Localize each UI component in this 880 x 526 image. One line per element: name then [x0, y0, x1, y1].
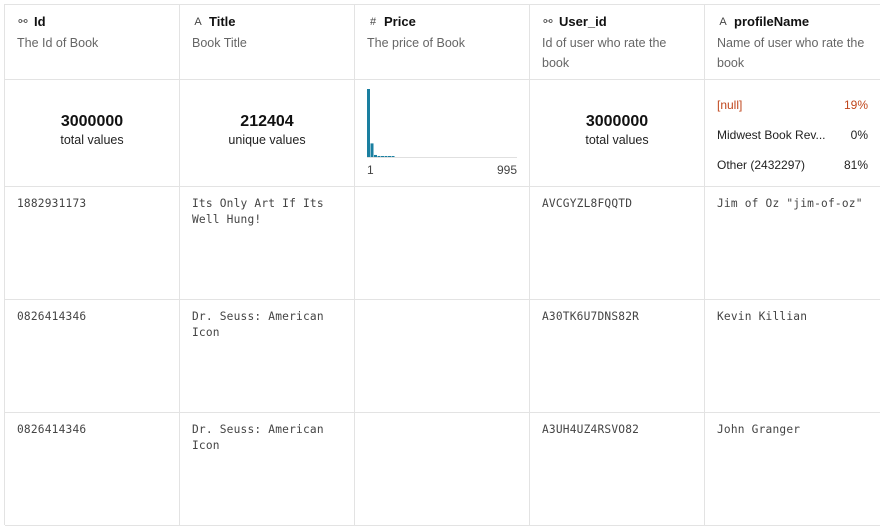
column-description: The price of Book — [367, 36, 465, 50]
table-cell-title[interactable]: Dr. Seuss: American Icon — [180, 300, 355, 413]
column-description: Book Title — [192, 36, 247, 50]
histogram-bar — [370, 143, 374, 157]
histogram-bar — [381, 156, 384, 157]
stat-cell-user-id: 3000000 total values — [530, 80, 705, 187]
column-header-profile-name[interactable]: A profileName Name of user who rate the … — [705, 5, 880, 80]
histogram-bar — [388, 156, 391, 157]
table-cell-price[interactable] — [355, 300, 530, 413]
text-icon: A — [719, 15, 727, 28]
table-cell-price[interactable] — [355, 413, 530, 526]
stat-value: 3000000 — [585, 113, 649, 130]
category-list: [null] 19% Midwest Book Rev... 0% Other … — [705, 80, 880, 180]
table-cell-user-id[interactable]: A3UH4UZ4RSVO82 — [530, 413, 705, 526]
stat-label: total values — [60, 133, 124, 147]
column-header-title[interactable]: A Title Book Title — [180, 5, 355, 80]
column-header-price[interactable]: # Price The price of Book — [355, 5, 530, 80]
category-label: [null] — [717, 98, 743, 112]
table-cell-id[interactable]: 1882931173 — [5, 187, 180, 300]
table-cell-profile-name[interactable]: Jim of Oz "jim-of-oz" — [705, 187, 880, 300]
column-description: Name of user who rate the book — [717, 36, 865, 70]
category-percent: 81% — [843, 158, 868, 172]
category-row[interactable]: Midwest Book Rev... 0% — [717, 120, 868, 150]
table-cell-price[interactable] — [355, 187, 530, 300]
column-name: Id — [34, 14, 46, 29]
table-cell-title[interactable]: Dr. Seuss: American Icon — [180, 413, 355, 526]
stat-label: unique values — [228, 133, 306, 147]
column-header-id[interactable]: ⚯ Id The Id of Book — [5, 5, 180, 80]
histogram-bar — [374, 154, 377, 157]
column-name: profileName — [734, 14, 810, 29]
column-header-user-id[interactable]: ⚯ User_id Id of user who rate the book — [530, 5, 705, 80]
stat-cell-id: 3000000 total values — [5, 80, 180, 187]
table-cell-id[interactable]: 0826414346 — [5, 413, 180, 526]
category-label: Other (2432297) — [717, 158, 806, 172]
stat-cell-profile-name: [null] 19% Midwest Book Rev... 0% Other … — [705, 80, 880, 187]
number-icon: # — [369, 15, 377, 28]
category-label: Midwest Book Rev... — [717, 128, 826, 142]
category-row-other[interactable]: Other (2432297) 81% — [717, 150, 868, 180]
histogram-max-label: 995 — [496, 163, 517, 177]
data-table: ⚯ Id The Id of Book A Title Book Title #… — [4, 4, 880, 526]
stat-value: 212404 — [240, 113, 294, 130]
stat-cell-title: 212404 unique values — [180, 80, 355, 187]
category-percent: 0% — [850, 128, 868, 142]
histogram-bar — [384, 156, 388, 157]
key-icon: ⚯ — [543, 16, 553, 28]
histogram-bar — [367, 89, 370, 157]
table-cell-profile-name[interactable]: Kevin Killian — [705, 300, 880, 413]
column-name: Price — [384, 14, 416, 29]
column-name: Title — [209, 14, 236, 29]
column-description: Id of user who rate the book — [542, 36, 667, 70]
column-name: User_id — [559, 14, 607, 29]
histogram-svg — [367, 89, 517, 158]
histogram-min-label: 1 — [367, 163, 374, 177]
table-cell-id[interactable]: 0826414346 — [5, 300, 180, 413]
histogram-bar — [377, 155, 381, 157]
stat-value: 3000000 — [60, 113, 124, 130]
histogram-bar — [391, 156, 395, 157]
table-cell-user-id[interactable]: A30TK6U7DNS82R — [530, 300, 705, 413]
table-cell-title[interactable]: Its Only Art If Its Well Hung! — [180, 187, 355, 300]
stat-cell-price: 1 995 — [355, 80, 530, 187]
column-description: The Id of Book — [17, 36, 99, 50]
category-percent: 19% — [843, 98, 868, 112]
price-histogram[interactable] — [367, 88, 517, 178]
table-cell-user-id[interactable]: AVCGYZL8FQQTD — [530, 187, 705, 300]
category-row-null[interactable]: [null] 19% — [717, 90, 868, 120]
stat-label: total values — [585, 133, 649, 147]
table-cell-profile-name[interactable]: John Granger — [705, 413, 880, 526]
key-icon: ⚯ — [18, 16, 28, 28]
text-icon: A — [194, 15, 202, 28]
